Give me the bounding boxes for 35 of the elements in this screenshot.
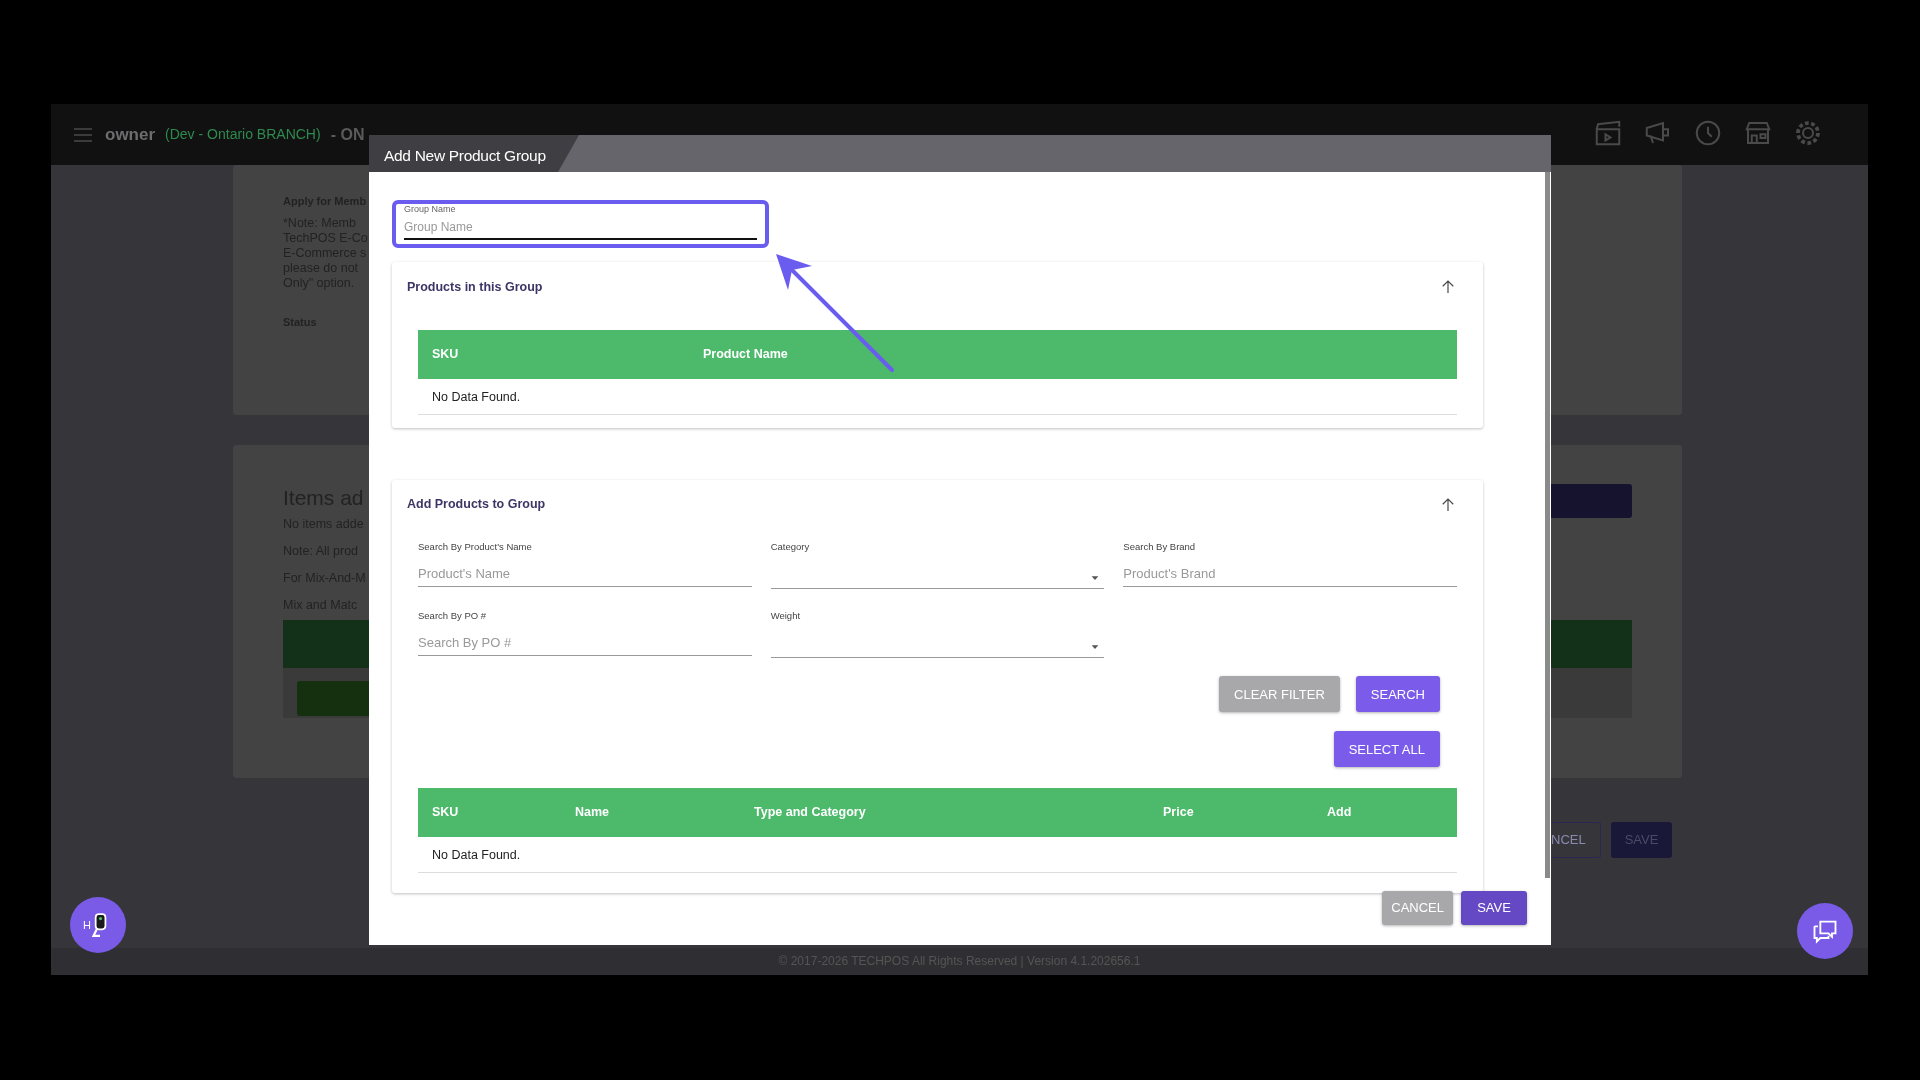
- section-title: Products in this Group: [407, 278, 543, 296]
- scrollbar[interactable]: [1545, 172, 1550, 878]
- settings-icon[interactable]: [1793, 118, 1823, 148]
- clock-icon[interactable]: [1693, 118, 1723, 148]
- column-header: Add: [1326, 804, 1353, 822]
- modal-button[interactable]: CANCEL: [1382, 891, 1453, 925]
- column-header: Product Name: [702, 346, 789, 364]
- empty-message: No Data Found.: [418, 379, 1457, 415]
- field-label: Category: [770, 539, 811, 554]
- field-label: Search By Brand: [1123, 539, 1197, 554]
- modal-button[interactable]: SAVE: [1461, 891, 1527, 925]
- column-header: SKU: [431, 346, 460, 364]
- clapperboard-icon[interactable]: [1593, 118, 1623, 148]
- field-label: Search By Product's Name: [418, 539, 533, 554]
- user-name: owner: [105, 123, 156, 146]
- column-header: Name: [574, 804, 611, 822]
- field-label: Weight: [770, 609, 802, 623]
- empty-message: No Data Found.: [418, 837, 1457, 873]
- filter-button[interactable]: SEARCH: [1355, 676, 1440, 713]
- select-all-button[interactable]: SELECT ALL: [1333, 731, 1440, 768]
- column-header: Price: [1162, 804, 1195, 822]
- help-letter: H: [83, 917, 91, 933]
- dropdown-caret-icon: [1090, 573, 1101, 583]
- status-label: - ON: [330, 124, 365, 145]
- branch-label: (Dev - Ontario BRANCH): [165, 125, 321, 144]
- field-label: Group Name: [404, 204, 457, 214]
- help-button[interactable]: H: [70, 897, 126, 953]
- filter-button[interactable]: CLEAR FILTER: [1219, 676, 1340, 713]
- field-label: Search By PO #: [418, 609, 488, 623]
- modal-title: Add New Product Group: [369, 135, 579, 172]
- section-title: Add Products to Group: [407, 496, 546, 514]
- chat-button[interactable]: [1797, 903, 1853, 959]
- column-header: Type and Category: [753, 804, 867, 822]
- add-button[interactable]: [1548, 484, 1632, 518]
- column-header: SKU: [431, 804, 460, 822]
